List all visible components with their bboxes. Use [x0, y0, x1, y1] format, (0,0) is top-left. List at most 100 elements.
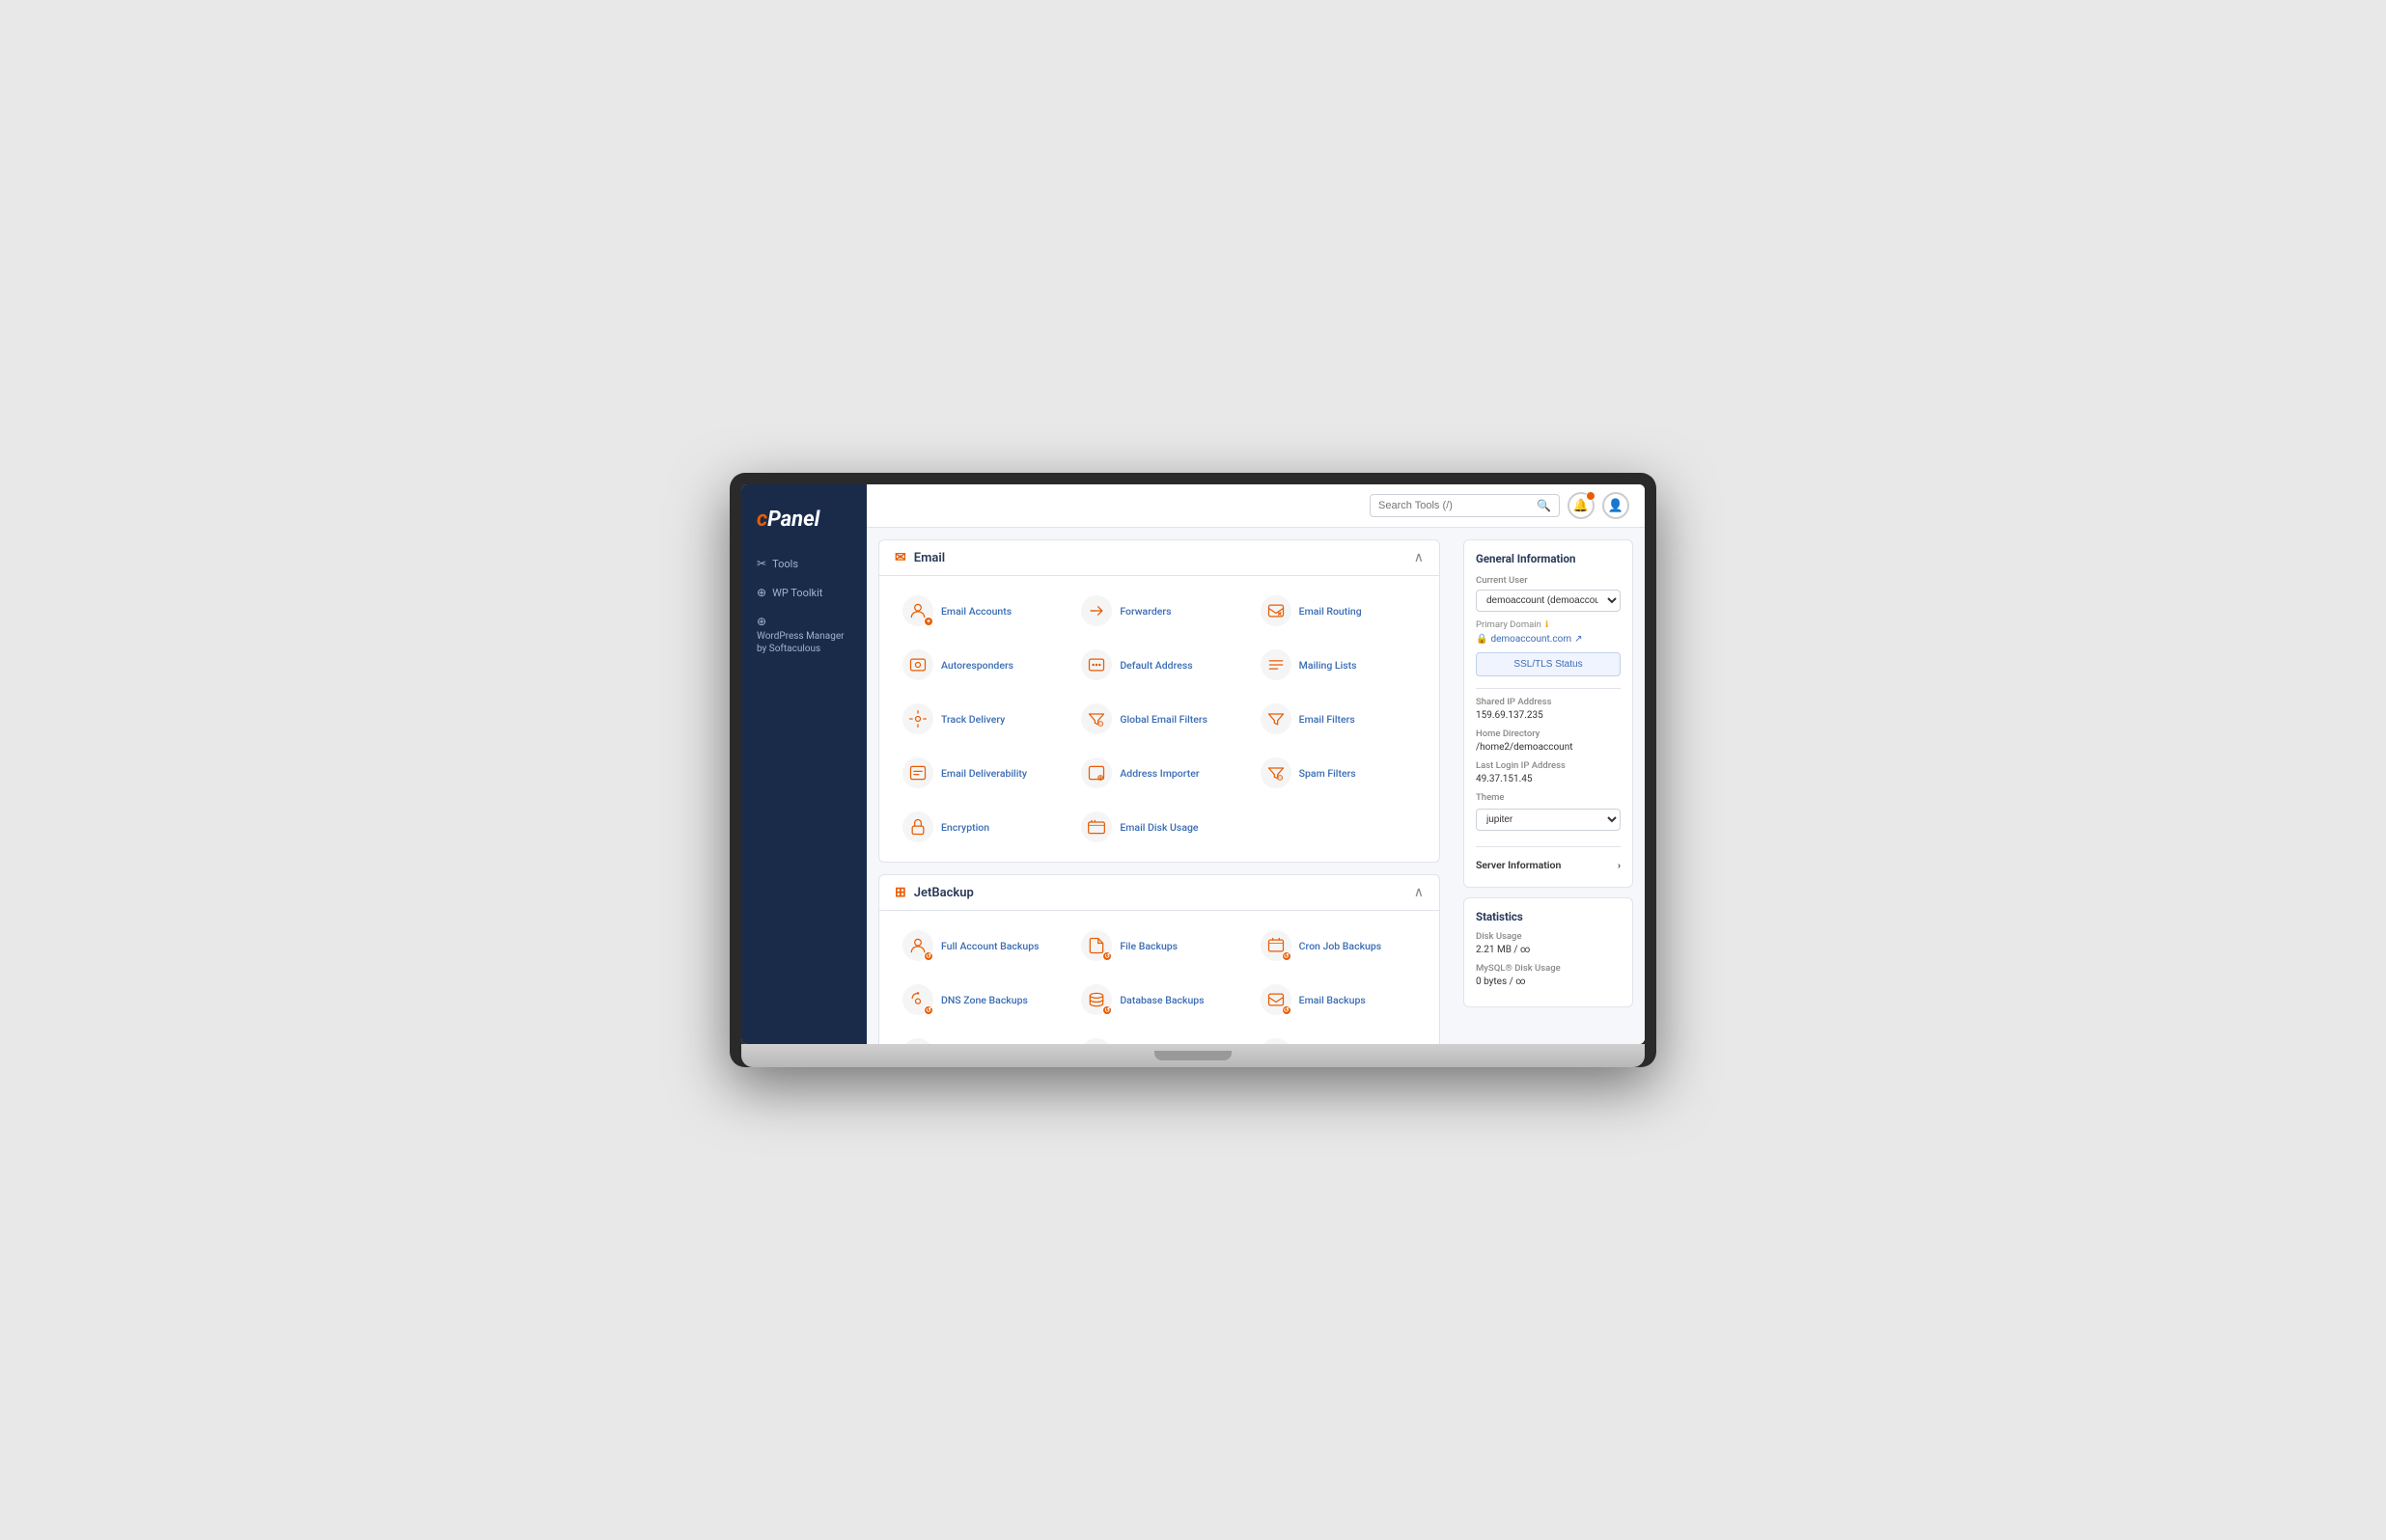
file-backups-item[interactable]: ↺ File Backups — [1073, 922, 1244, 969]
email-deliverability-label: Email Deliverability — [941, 767, 1027, 780]
current-user-select[interactable]: demoaccount (demoaccount.com) — [1476, 590, 1621, 612]
email-routing-icon — [1261, 595, 1291, 626]
theme-select[interactable]: jupiter — [1476, 809, 1621, 831]
primary-domain-label: Primary Domain — [1476, 619, 1541, 630]
encryption-icon — [902, 811, 933, 842]
cron-job-backups-item[interactable]: ↺ Cron Job Backups — [1253, 922, 1424, 969]
dns-zone-backups-badge: ↺ — [924, 1005, 933, 1015]
database-backups-item[interactable]: ↺ Database Backups — [1073, 976, 1244, 1023]
global-email-filters-item[interactable]: Global Email Filters — [1073, 696, 1244, 742]
gdpr-compliance-item[interactable]: ↺ GDPR Compliance — [1253, 1031, 1424, 1044]
spam-filters-icon — [1261, 757, 1291, 788]
sidebar-item-wp-toolkit[interactable]: ⊕ WP Toolkit — [749, 580, 859, 605]
dns-zone-backups-label: DNS Zone Backups — [941, 994, 1028, 1006]
email-tools-grid: + Email Accounts — [895, 588, 1424, 850]
home-dir-row: Home Directory /home2/demoaccount — [1476, 729, 1621, 753]
shared-ip-row: Shared IP Address 159.69.137.235 — [1476, 697, 1621, 721]
email-section-header[interactable]: ✉ Email ∧ — [879, 540, 1439, 576]
sidebar-item-wp-manager[interactable]: ⊕ WordPress Manager by Softaculous — [749, 609, 859, 661]
email-routing-item[interactable]: Email Routing — [1253, 588, 1424, 634]
default-address-icon — [1081, 649, 1112, 680]
divider-1 — [1476, 688, 1621, 689]
spam-filters-item[interactable]: Spam Filters — [1253, 750, 1424, 796]
email-deliverability-icon — [902, 757, 933, 788]
address-importer-item[interactable]: Address Importer — [1073, 750, 1244, 796]
sidebar-tools-link[interactable]: ✂ Tools — [749, 551, 859, 576]
notifications-button[interactable]: 🔔 — [1568, 492, 1595, 519]
database-backups-label: Database Backups — [1120, 994, 1204, 1006]
database-backups-icon: ↺ — [1081, 984, 1112, 1015]
global-email-filters-icon — [1081, 703, 1112, 734]
search-submit-button[interactable]: 🔍 — [1537, 499, 1551, 512]
user-button[interactable]: 👤 — [1602, 492, 1629, 519]
email-accounts-item[interactable]: + Email Accounts — [895, 588, 1066, 634]
cron-job-backups-badge: ↺ — [1282, 951, 1291, 961]
default-address-item[interactable]: Default Address — [1073, 642, 1244, 688]
autoresponders-icon — [902, 649, 933, 680]
home-dir-label: Home Directory — [1476, 729, 1621, 739]
mailing-lists-label: Mailing Lists — [1299, 659, 1357, 672]
server-info-row[interactable]: Server Information › — [1476, 855, 1621, 875]
email-collapse-icon: ∧ — [1414, 550, 1424, 565]
ssl-tls-button[interactable]: SSL/TLS Status — [1476, 652, 1621, 676]
file-backups-badge: ↺ — [1102, 951, 1112, 961]
default-address-label: Default Address — [1120, 659, 1192, 672]
server-info-label: Server Information — [1476, 859, 1561, 871]
general-info-title: General Information — [1476, 552, 1621, 565]
email-backups-item[interactable]: ↺ Email Backups — [1253, 976, 1424, 1023]
autoresponders-item[interactable]: Autoresponders — [895, 642, 1066, 688]
email-disk-usage-item[interactable]: Email Disk Usage — [1073, 804, 1244, 850]
primary-domain-link[interactable]: 🔒 demoaccount.com ↗ — [1476, 634, 1621, 645]
database-backups-badge: ↺ — [1102, 1005, 1112, 1015]
forwarders-icon — [1081, 595, 1112, 626]
jetbackup-section-header[interactable]: ⊞ JetBackup ∧ — [879, 875, 1439, 911]
general-info-section: General Information Current User demoacc… — [1463, 539, 1633, 888]
jetbackup-section-icon: ⊞ — [895, 885, 906, 900]
file-backups-label: File Backups — [1120, 940, 1178, 952]
forwarders-item[interactable]: Forwarders — [1073, 588, 1244, 634]
sidebar: cPanel ✂ Tools ⊕ WP Toolkit — [741, 484, 867, 1044]
jetbackup-section-panel: ⊞ JetBackup ∧ — [878, 874, 1440, 1044]
home-dir-value: /home2/demoaccount — [1476, 742, 1621, 753]
disk-usage-row: Disk Usage 2.21 MB / ∞ — [1476, 931, 1621, 955]
autoresponders-label: Autoresponders — [941, 659, 1013, 672]
laptop-shell: cPanel ✂ Tools ⊕ WP Toolkit — [730, 473, 1656, 1067]
server-info-chevron-icon: › — [1618, 859, 1621, 871]
global-email-filters-label: Global Email Filters — [1120, 713, 1207, 726]
sidebar-menu: ✂ Tools ⊕ WP Toolkit ⊕ WordPress Manager… — [741, 551, 867, 665]
last-login-value: 49.37.151.45 — [1476, 774, 1621, 784]
email-section-icon: ✉ — [895, 550, 906, 565]
email-section-title: Email — [914, 551, 945, 565]
sidebar-wpmanager-link[interactable]: ⊕ WordPress Manager by Softaculous — [749, 609, 859, 661]
primary-domain-value: demoaccount.com — [1490, 634, 1571, 645]
sidebar-wptoolkit-link[interactable]: ⊕ WP Toolkit — [749, 580, 859, 605]
mailing-lists-item[interactable]: Mailing Lists — [1253, 642, 1424, 688]
jetbackup-section-body: ↺ Full Account Backups — [879, 911, 1439, 1044]
email-deliverability-item[interactable]: Email Deliverability — [895, 750, 1066, 796]
domain-lock-icon: 🔒 — [1476, 634, 1487, 645]
track-delivery-icon — [902, 703, 933, 734]
snapshots-item[interactable]: ↺ Snapshots — [1073, 1031, 1244, 1044]
search-box-container: 🔍 — [1370, 494, 1560, 517]
jetbackup-tools-grid: ↺ Full Account Backups — [895, 922, 1424, 1044]
full-account-backups-item[interactable]: ↺ Full Account Backups — [895, 922, 1066, 969]
gdpr-compliance-icon: ↺ — [1261, 1038, 1291, 1044]
search-input[interactable] — [1378, 500, 1533, 511]
sidebar-wpmanager-label: WordPress Manager by Softaculous — [757, 630, 851, 655]
laptop-notch — [1154, 1051, 1232, 1060]
track-delivery-item[interactable]: Track Delivery — [895, 696, 1066, 742]
sidebar-item-tools[interactable]: ✂ Tools — [749, 551, 859, 576]
email-filters-label: Email Filters — [1299, 713, 1355, 726]
encryption-item[interactable]: Encryption — [895, 804, 1066, 850]
jetbackup-section-header-left: ⊞ JetBackup — [895, 885, 974, 900]
email-backups-icon: ↺ — [1261, 984, 1291, 1015]
cpanel-logo: cPanel — [757, 508, 851, 532]
dns-zone-backups-item[interactable]: ↺ DNS Zone Backups — [895, 976, 1066, 1023]
queue-item[interactable]: ↺ Queue — [895, 1031, 1066, 1044]
primary-domain-wrapper: Primary Domain ℹ — [1476, 619, 1621, 630]
email-filters-item[interactable]: Email Filters — [1253, 696, 1424, 742]
full-account-backups-label: Full Account Backups — [941, 940, 1040, 952]
wp-manager-icon: ⊕ — [757, 615, 766, 628]
cpanel-c: c — [757, 508, 767, 532]
external-link-icon: ↗ — [1574, 634, 1582, 645]
